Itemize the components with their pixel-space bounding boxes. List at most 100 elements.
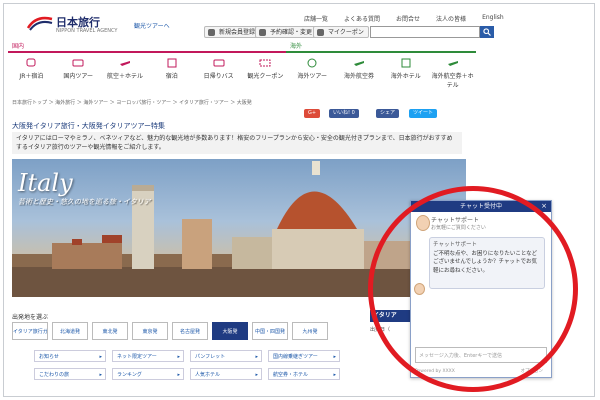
chat-close-button[interactable]: ×	[541, 201, 547, 212]
nav-label: JR＋宿泊	[19, 73, 44, 80]
info-link-ranking[interactable]: ランキング	[112, 368, 184, 380]
tweet-button[interactable]: ツイート	[409, 109, 438, 118]
city-tokyo-button[interactable]: 東京発	[132, 322, 168, 340]
nav-label: 宿泊	[165, 73, 178, 80]
reservation-check-label: 予約確認・変更	[270, 29, 313, 36]
region-international: 海外	[286, 41, 476, 53]
agent-note: お気軽にご質問ください	[431, 225, 486, 231]
ticket-icon	[259, 58, 271, 68]
user-icon	[259, 29, 266, 36]
nav-label: 観光クーポン	[247, 73, 284, 80]
main-nav: JR＋宿泊 国内ツアー 航空＋ホテル 宿泊 日帰りバス 観光クーポン 海外ツアー	[8, 54, 476, 89]
bubble-text: ご不明な点や、お困りになりたいことなどございませんでしょうか？チャットでお気軽に…	[433, 250, 538, 274]
chat-header-title: チャット受付中	[460, 203, 502, 210]
chat-powered-by: Powered by XXXX	[415, 369, 455, 374]
nav-item-overseas-air-hotel[interactable]: 海外航空券＋ホテル	[429, 54, 476, 89]
city-hokkaido-button[interactable]: 北海道発	[52, 322, 88, 340]
utility-links: 店舗一覧 よくある質問 お問合せ 法人の皆様 English	[304, 14, 504, 23]
plane-icon	[447, 58, 459, 68]
nav-label: 日帰りバス	[203, 73, 234, 80]
agent-name: チャットサポート	[431, 217, 479, 224]
nav-item-overseas-tour[interactable]: 海外ツアー	[289, 54, 336, 88]
pencil-icon	[208, 29, 215, 36]
search-input[interactable]	[370, 26, 480, 38]
hotel-icon	[166, 58, 178, 68]
hero-banner: Italy 芸術と歴史・悠久の地を巡る旅・イタリア	[12, 159, 466, 297]
info-link-special-trip[interactable]: こだわりの旅	[34, 368, 106, 380]
search-button[interactable]	[480, 26, 494, 38]
plane-icon	[119, 58, 131, 68]
nav-item-overseas-hotel[interactable]: 海外ホテル	[382, 54, 429, 88]
intro-text: イタリアにはローマやミラノ、ベネツィアなど、魅力的な観光地が多数あります！格安の…	[12, 132, 462, 154]
info-link-pamphlet[interactable]: パンフレット	[190, 350, 262, 362]
utility-link-faq[interactable]: よくある質問	[344, 14, 380, 23]
nav-label: 航空＋ホテル	[106, 73, 143, 80]
info-links-row-2: こだわりの旅 ランキング 人気ホテル 航空券・ホテル	[34, 368, 340, 380]
hero-title: Italy	[18, 169, 73, 197]
nav-label: 海外ツアー	[297, 73, 327, 80]
nav-label: 海外航空券＋ホテル	[431, 73, 474, 89]
browser-page: 日本旅行 NIPPON TRAVEL AGENCY 観光ツアーへ 店舗一覧 よく…	[3, 3, 595, 397]
coupon-icon	[317, 29, 324, 36]
bus-icon	[72, 58, 84, 68]
register-button[interactable]: 新規会員登録	[204, 26, 261, 38]
logo-swoosh-icon	[26, 16, 53, 31]
register-label: 新規会員登録	[219, 29, 256, 36]
city-nagoya-button[interactable]: 名古屋発	[172, 322, 208, 340]
nav-label: 海外航空券	[343, 73, 374, 80]
agent-avatar	[416, 215, 430, 231]
reservation-check-button[interactable]: 予約確認・変更	[255, 26, 318, 38]
facebook-share-button[interactable]: シェア	[376, 109, 400, 118]
chat-message-bubble: チャットサポート ご不明な点や、お困りになりたいことなどございませんでしょうか？…	[429, 237, 545, 289]
facebook-like-button[interactable]: いいね! 0	[329, 109, 359, 118]
nav-item-hotel[interactable]: 宿泊	[148, 54, 195, 88]
nav-item-overseas-air[interactable]: 海外航空券	[336, 54, 383, 88]
site-logo[interactable]: 日本旅行 NIPPON TRAVEL AGENCY	[26, 12, 136, 40]
plane-icon	[353, 58, 365, 68]
departure-city-row: イタリア旅行ガイド 北海道発 東北発 東京発 名古屋発 大阪発 中国・四国発 九…	[12, 322, 328, 340]
region-domestic: 国内	[8, 41, 286, 53]
info-link-net-limited[interactable]: ネット限定ツアー	[112, 350, 184, 362]
city-tohoku-button[interactable]: 東北発	[92, 322, 128, 340]
bubble-sender: チャットサポート	[433, 242, 477, 248]
nav-item-air-hotel[interactable]: 航空＋ホテル	[102, 54, 149, 88]
info-links-row-1: お知らせ ネット限定ツアー パンフレット 国内線乗継ぎツアー	[34, 350, 340, 362]
hero-subtitle: 芸術と歴史・悠久の地を巡る旅・イタリア	[18, 198, 151, 206]
page-heading: 大阪発イタリア旅行・大阪発イタリアツアー特集	[12, 122, 166, 130]
city-guide-button[interactable]: イタリア旅行ガイド	[12, 322, 48, 340]
utility-link-stores[interactable]: 店舗一覧	[304, 14, 328, 23]
nav-item-jr-hotel[interactable]: JR＋宿泊	[8, 54, 55, 88]
breadcrumb[interactable]: 日本旅行トップ ＞ 海外旅行 ＞ 海外ツアー ＞ ヨーロッパ旅行・ツアー ＞ イ…	[12, 99, 252, 106]
utility-link-corporate[interactable]: 法人の皆様	[436, 14, 466, 23]
nav-item-domestic-tour[interactable]: 国内ツアー	[55, 54, 102, 88]
nav-label: 海外ホテル	[390, 73, 421, 80]
tour-top-link[interactable]: 観光ツアーへ	[134, 21, 170, 30]
logo-subtext: NIPPON TRAVEL AGENCY	[56, 28, 118, 34]
chat-widget: チャット受付中 × チャットサポート お気軽にご質問ください チャットサポート …	[410, 200, 552, 378]
city-kyushu-button[interactable]: 九州発	[292, 322, 328, 340]
utility-link-contact[interactable]: お問合せ	[396, 14, 420, 23]
info-link-news[interactable]: お知らせ	[34, 350, 106, 362]
departure-label: 出発地を選ぶ	[12, 314, 49, 321]
hotel-icon	[400, 58, 412, 68]
agent-avatar-small	[414, 283, 425, 295]
nav-item-coupon[interactable]: 観光クーポン	[242, 54, 289, 88]
florence-skyline-illustration	[12, 161, 466, 297]
chat-message-input[interactable]: メッセージ入力後、Enterキーで送信	[415, 347, 547, 363]
nav-item-day-bus[interactable]: 日帰りバス	[195, 54, 242, 88]
utility-link-english[interactable]: English	[482, 14, 504, 23]
city-chugoku-shikoku-button[interactable]: 中国・四国発	[252, 322, 288, 340]
train-icon	[25, 58, 37, 68]
globe-icon	[306, 58, 318, 68]
gplus-button[interactable]: G+	[304, 109, 321, 118]
my-coupon-button[interactable]: マイクーポン	[313, 26, 369, 38]
info-link-popular-hotel[interactable]: 人気ホテル	[190, 368, 262, 380]
chat-header[interactable]: チャット受付中 ×	[411, 201, 551, 212]
city-osaka-button[interactable]: 大阪発	[212, 322, 248, 340]
nav-label: 国内ツアー	[63, 73, 94, 80]
info-link-air-hotel[interactable]: 航空券・ホテル	[268, 368, 340, 380]
bus-icon	[213, 58, 225, 68]
info-link-transfer-tour[interactable]: 国内線乗継ぎツアー	[268, 350, 340, 362]
chat-options-link[interactable]: オプション	[521, 368, 544, 374]
my-coupon-label: マイクーポン	[328, 29, 364, 36]
